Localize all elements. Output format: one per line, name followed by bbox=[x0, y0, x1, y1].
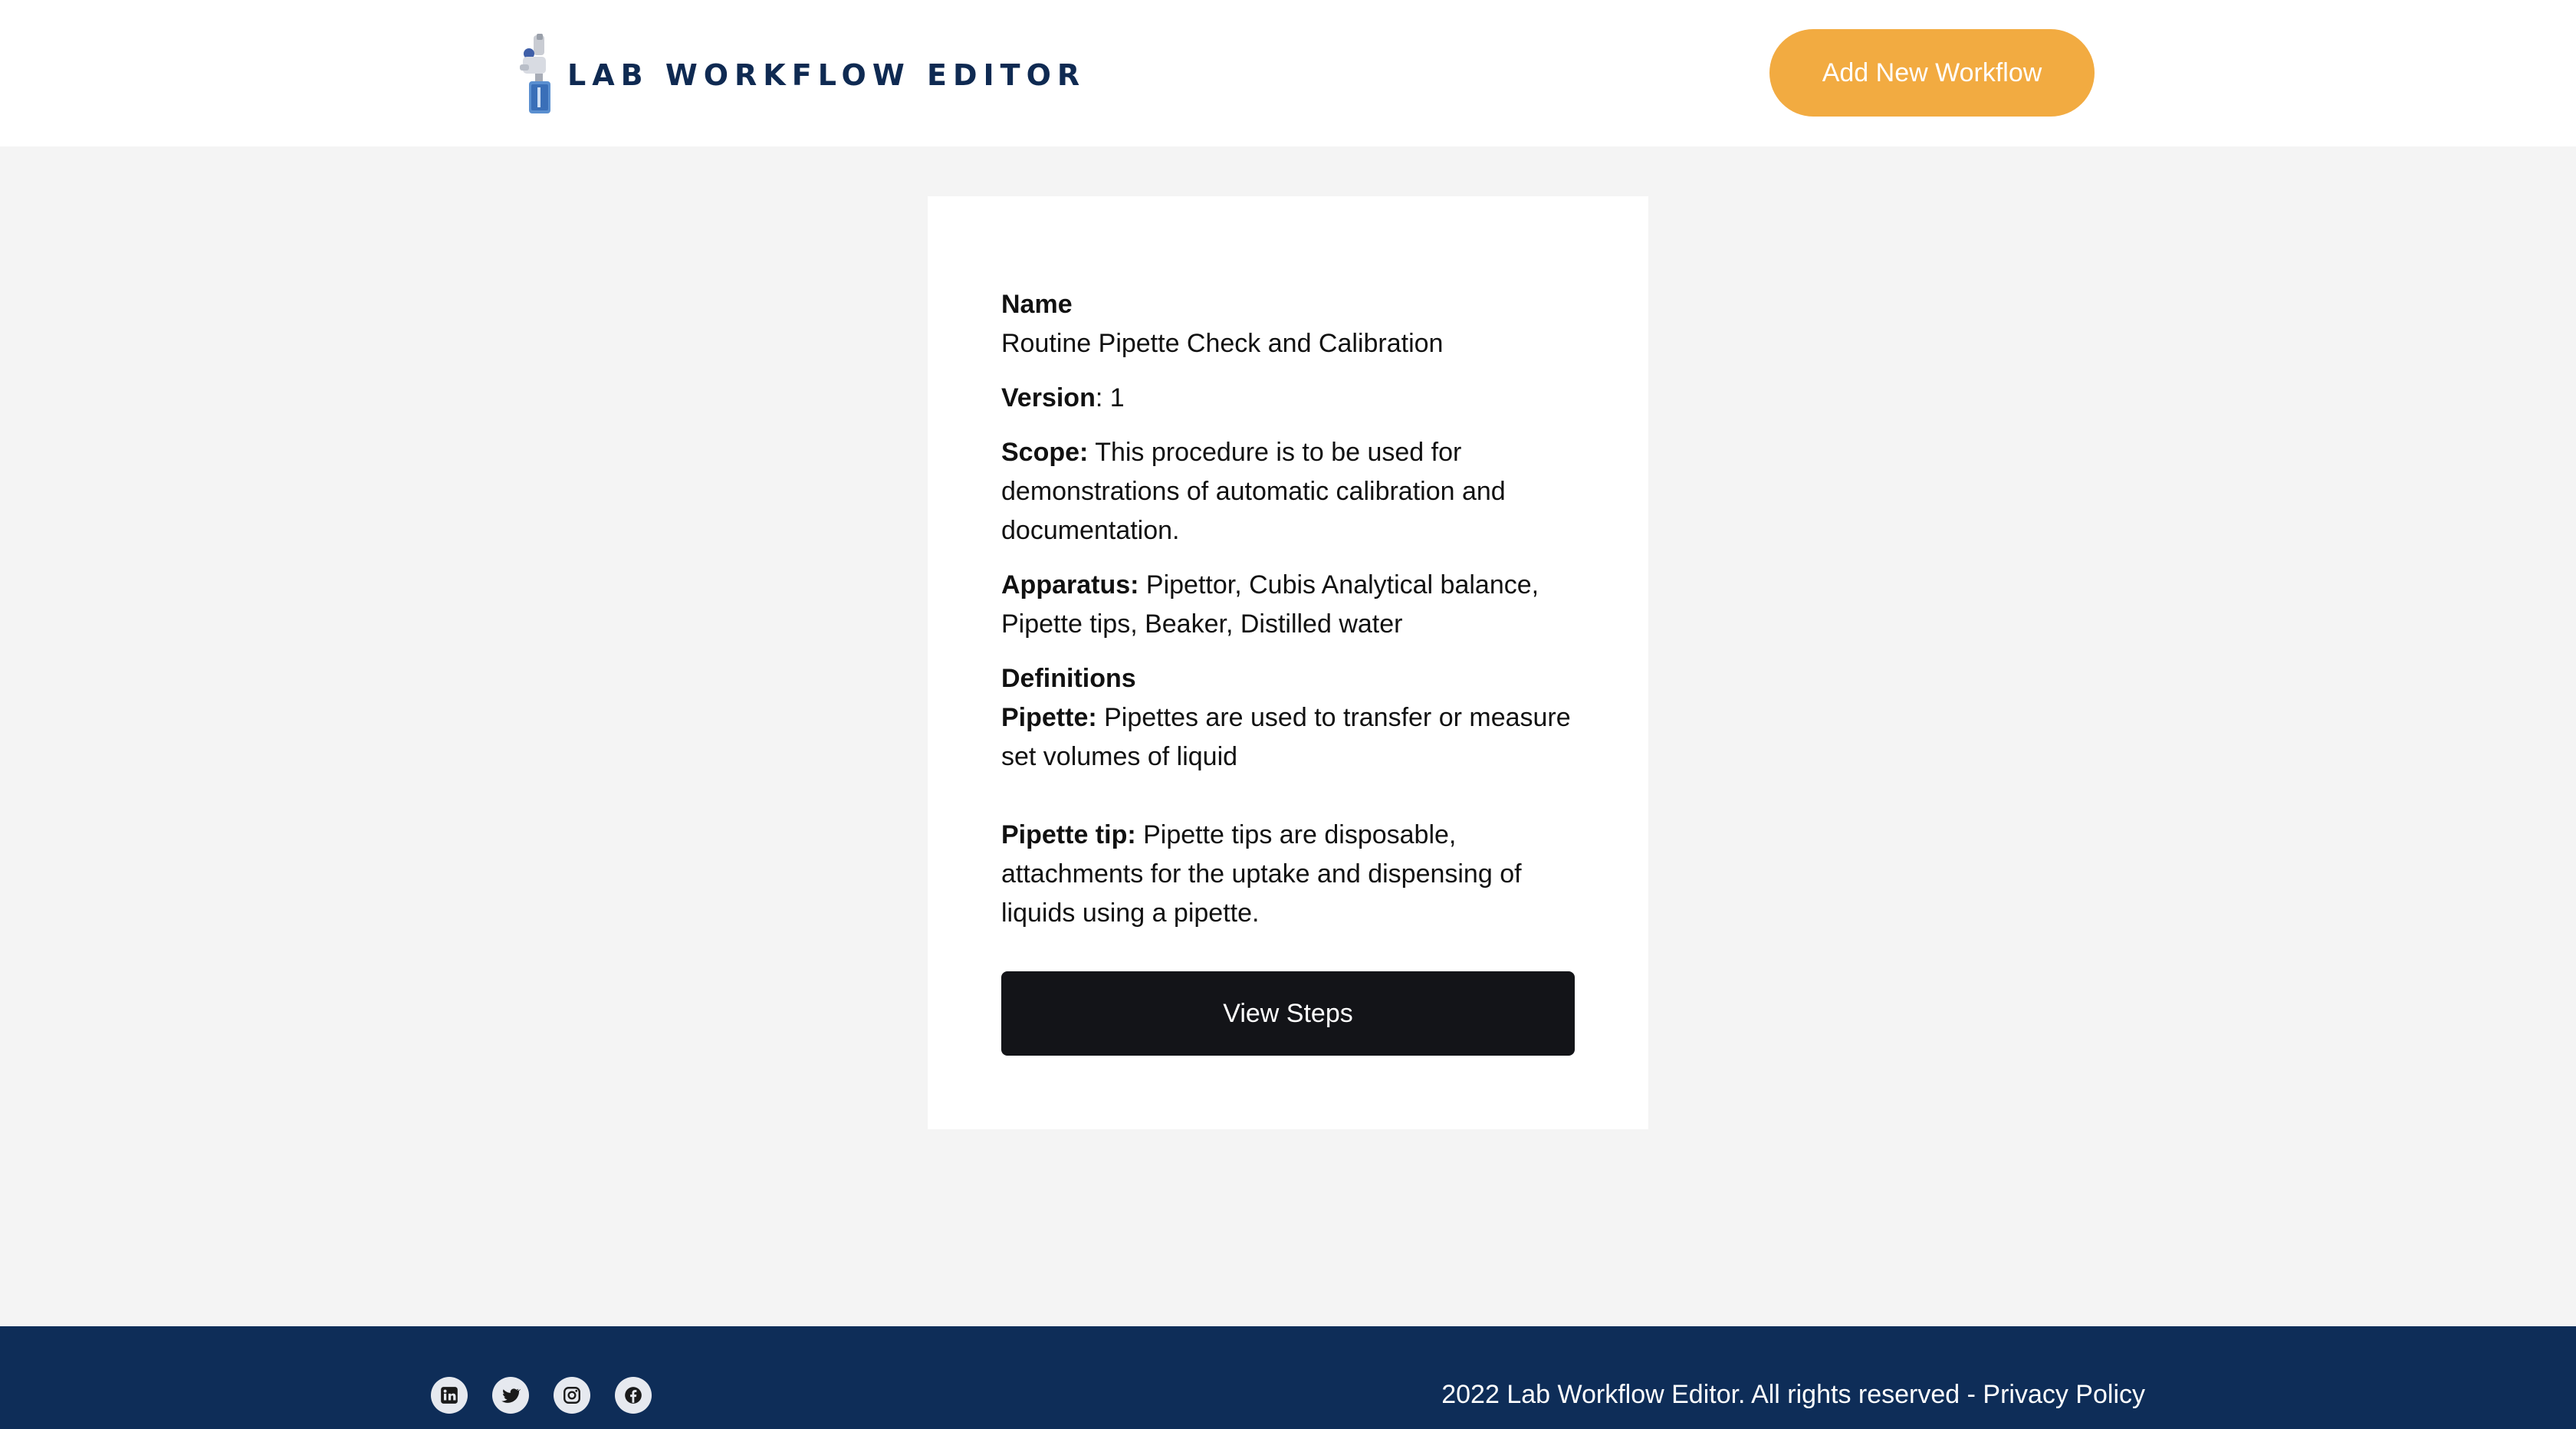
social-links bbox=[431, 1377, 652, 1414]
workflow-details: Name Routine Pipette Check and Calibrati… bbox=[1001, 285, 1576, 948]
linkedin-icon[interactable] bbox=[431, 1377, 468, 1414]
logo[interactable]: LAB WORKFLOW EDITOR bbox=[517, 34, 1086, 117]
version-label: Version bbox=[1001, 383, 1096, 412]
copyright-text: 2022 Lab Workflow Editor. All rights res… bbox=[1441, 1380, 2145, 1410]
pipette-logo-icon bbox=[520, 34, 550, 113]
apparatus-label: Apparatus: bbox=[1001, 570, 1139, 600]
twitter-icon[interactable] bbox=[492, 1377, 529, 1414]
facebook-icon[interactable] bbox=[615, 1377, 652, 1414]
privacy-policy-link[interactable]: Privacy Policy bbox=[1983, 1380, 2145, 1409]
name-label: Name bbox=[1001, 290, 1073, 319]
add-new-workflow-button[interactable]: Add New Workflow bbox=[1769, 29, 2095, 117]
workflow-card: Name Routine Pipette Check and Calibrati… bbox=[928, 196, 1648, 1129]
name-value: Routine Pipette Check and Calibration bbox=[1001, 329, 1444, 358]
definition-term: Pipette: bbox=[1001, 703, 1097, 732]
version-field: Version: 1 bbox=[1001, 379, 1576, 418]
definition-item: Pipette: Pipettes are used to transfer o… bbox=[1001, 698, 1576, 777]
scope-field: Scope: This procedure is to be used for … bbox=[1001, 433, 1576, 550]
version-value: : 1 bbox=[1095, 383, 1125, 412]
copyright-notice: 2022 Lab Workflow Editor. All rights res… bbox=[1441, 1380, 1983, 1409]
definitions-heading: Definitions bbox=[1001, 664, 1136, 693]
view-steps-button[interactable]: View Steps bbox=[1001, 971, 1575, 1056]
definition-spacer bbox=[1001, 777, 1576, 816]
scope-label: Scope: bbox=[1001, 438, 1089, 467]
site-header: LAB WORKFLOW EDITOR Add New Workflow bbox=[0, 0, 2576, 146]
definition-term: Pipette tip: bbox=[1001, 820, 1136, 849]
definitions-section: Definitions Pipette: Pipettes are used t… bbox=[1001, 659, 1576, 933]
definition-item: Pipette tip: Pipette tips are disposable… bbox=[1001, 816, 1576, 933]
site-footer: 2022 Lab Workflow Editor. All rights res… bbox=[0, 1326, 2576, 1429]
name-field: Name Routine Pipette Check and Calibrati… bbox=[1001, 285, 1576, 363]
app-title: LAB WORKFLOW EDITOR bbox=[567, 58, 1086, 92]
apparatus-field: Apparatus: Pipettor, Cubis Analytical ba… bbox=[1001, 566, 1576, 644]
instagram-icon[interactable] bbox=[554, 1377, 590, 1414]
